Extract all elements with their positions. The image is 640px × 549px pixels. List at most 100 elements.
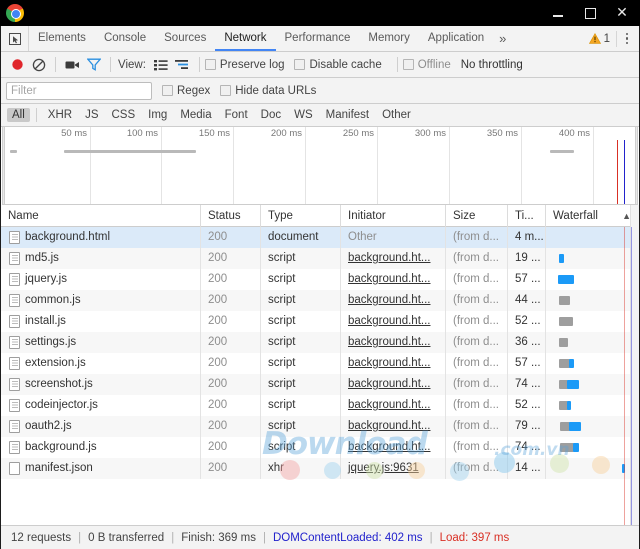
checkbox-box [403, 59, 414, 70]
table-row[interactable]: background.js200scriptbackground.ht...(f… [1, 437, 639, 458]
waterfall-view-button[interactable] [172, 54, 194, 76]
maximize-button[interactable] [574, 2, 606, 24]
list-view-button[interactable] [150, 54, 172, 76]
column-header-name[interactable]: Name [1, 205, 201, 227]
table-row[interactable]: codeinjector.js200scriptbackground.ht...… [1, 395, 639, 416]
cell-time: 57 ... [508, 353, 546, 374]
tab-elements[interactable]: Elements [29, 26, 95, 51]
tab-sources[interactable]: Sources [155, 26, 215, 51]
request-name: install.js [25, 311, 66, 332]
table-row[interactable]: md5.js200scriptbackground.ht...(from d..… [1, 248, 639, 269]
cell-initiator-text[interactable]: background.ht... [348, 357, 430, 369]
cell-initiator: background.ht... [341, 332, 446, 353]
table-row[interactable]: settings.js200scriptbackground.ht...(fro… [1, 332, 639, 353]
cell-waterfall [546, 227, 639, 248]
hide-data-urls-checkbox[interactable]: Hide data URLs [220, 85, 316, 97]
tab-performance[interactable]: Performance [276, 26, 360, 51]
table-row[interactable]: common.js200scriptbackground.ht...(from … [1, 290, 639, 311]
table-row[interactable]: oauth2.js200scriptbackground.ht...(from … [1, 416, 639, 437]
cell-initiator-text[interactable]: background.ht... [348, 378, 430, 390]
capture-screenshots-button[interactable] [61, 54, 83, 76]
column-header-status[interactable]: Status [201, 205, 261, 227]
cell-initiator-text[interactable]: background.ht... [348, 273, 430, 285]
type-filter-js[interactable]: JS [80, 108, 103, 122]
throttling-select[interactable]: No throttling [461, 59, 523, 71]
column-header-ti[interactable]: Ti... [508, 205, 546, 227]
cell-initiator-text[interactable]: background.ht... [348, 441, 430, 453]
type-filter-css[interactable]: CSS [106, 108, 140, 122]
cell-initiator: background.ht... [341, 248, 446, 269]
clear-button[interactable] [28, 54, 50, 76]
cell-waterfall [546, 248, 639, 269]
type-filter-ws[interactable]: WS [289, 108, 318, 122]
preserve-log-checkbox[interactable]: Preserve log [205, 59, 285, 71]
record-button[interactable] [6, 54, 28, 76]
type-filter-xhr[interactable]: XHR [43, 108, 77, 122]
overview-event-line [617, 140, 618, 204]
overview-left-handle[interactable] [2, 127, 5, 204]
cell-initiator-text[interactable]: background.ht... [348, 420, 430, 432]
close-button[interactable]: ✕ [606, 2, 638, 24]
toolbar-divider [397, 57, 398, 72]
regex-checkbox[interactable]: Regex [162, 85, 210, 97]
tab-console[interactable]: Console [95, 26, 155, 51]
table-row[interactable]: jquery.js200scriptbackground.ht...(from … [1, 269, 639, 290]
toolbar-divider [55, 57, 56, 72]
tab-memory[interactable]: Memory [359, 26, 419, 51]
tab-network[interactable]: Network [215, 26, 275, 51]
tab-application[interactable]: Application [419, 26, 493, 51]
type-filter-manifest[interactable]: Manifest [321, 108, 374, 122]
type-filter-media[interactable]: Media [175, 108, 216, 122]
table-row[interactable]: screenshot.js200scriptbackground.ht...(f… [1, 374, 639, 395]
type-filter-all[interactable]: All [7, 108, 30, 122]
column-header-type[interactable]: Type [261, 205, 341, 227]
tab-overflow-button[interactable]: » [493, 26, 512, 51]
column-header-initiator[interactable]: Initiator [341, 205, 446, 227]
table-row[interactable]: background.html200documentOther(from d..… [1, 227, 639, 248]
cell-initiator-text[interactable]: background.ht... [348, 294, 430, 306]
minimize-button[interactable] [542, 2, 574, 24]
cell-status-text: 200 [208, 336, 227, 348]
filter-toggle-button[interactable] [83, 54, 105, 76]
type-filter-font[interactable]: Font [220, 108, 253, 122]
cell-type-text: script [268, 315, 295, 327]
filter-input[interactable] [6, 82, 152, 100]
cell-status: 200 [201, 311, 261, 332]
warning-badge[interactable]: 1 [583, 31, 617, 47]
cell-size: (from d... [446, 458, 508, 479]
type-filter-doc[interactable]: Doc [256, 108, 286, 122]
cell-initiator-text[interactable]: background.ht... [348, 315, 430, 327]
cell-initiator-text[interactable]: background.ht... [348, 399, 430, 411]
cell-name: jquery.js [1, 269, 201, 290]
column-header-waterfall[interactable]: Waterfall▲ [546, 205, 639, 227]
cell-time-text: 57 ... [515, 273, 541, 285]
column-header-size[interactable]: Size [446, 205, 508, 227]
vertical-scrollbar[interactable] [630, 205, 639, 525]
cell-type-text: script [268, 441, 295, 453]
title-bar: ✕ [0, 0, 640, 26]
overview-right-handle[interactable] [635, 127, 638, 204]
cell-status-text: 200 [208, 357, 227, 369]
table-row[interactable]: manifest.json200xhrjquery.js:9631(from d… [1, 458, 639, 479]
checkbox-box [294, 59, 305, 70]
cell-initiator-text[interactable]: jquery.js:9631 [348, 462, 419, 474]
inspect-element-button[interactable] [1, 26, 29, 51]
cell-size-text: (from d... [453, 294, 499, 306]
table-row[interactable]: extension.js200scriptbackground.ht...(fr… [1, 353, 639, 374]
timeline-overview[interactable]: 50 ms100 ms150 ms200 ms250 ms300 ms350 m… [2, 127, 638, 205]
type-filter-other[interactable]: Other [377, 108, 416, 122]
cell-time: 57 ... [508, 269, 546, 290]
overview-event-line [624, 140, 625, 204]
cell-initiator: Other [341, 227, 446, 248]
disable-cache-checkbox[interactable]: Disable cache [294, 59, 381, 71]
cell-time-text: 52 ... [515, 399, 541, 411]
overview-gridline [593, 127, 594, 204]
cell-status: 200 [201, 437, 261, 458]
offline-checkbox[interactable]: Offline [403, 59, 451, 71]
devtools-menu-button[interactable] [617, 33, 637, 45]
table-row[interactable]: install.js200scriptbackground.ht...(from… [1, 311, 639, 332]
column-header-label: Initiator [348, 210, 386, 222]
cell-initiator-text[interactable]: background.ht... [348, 336, 430, 348]
cell-initiator-text[interactable]: background.ht... [348, 252, 430, 264]
type-filter-img[interactable]: Img [143, 108, 172, 122]
